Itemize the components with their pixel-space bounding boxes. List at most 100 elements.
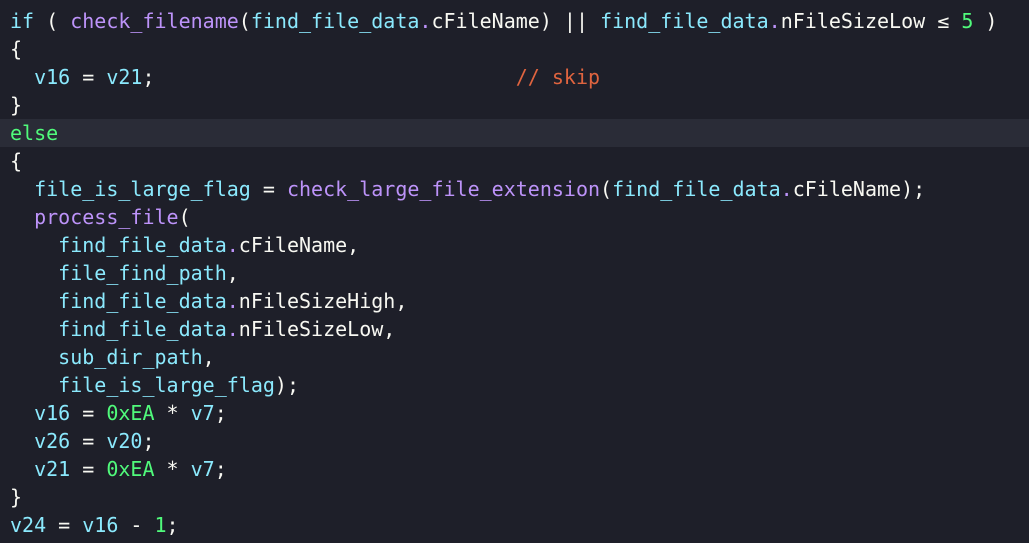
punctuation: ;: [214, 457, 227, 481]
punctuation: (: [178, 205, 191, 229]
variable: v16: [82, 513, 119, 537]
variable: v16: [34, 401, 71, 425]
code-line-11[interactable]: find_file_data.nFileSizeHigh,: [0, 287, 1029, 315]
field: nFileSizeLow: [238, 317, 384, 341]
operator: =: [46, 513, 83, 537]
punctuation: (: [600, 177, 613, 201]
punctuation: ,: [395, 289, 408, 313]
code-line-12[interactable]: find_file_data.nFileSizeLow,: [0, 315, 1029, 343]
brace: }: [10, 485, 23, 509]
variable: find_file_data: [612, 177, 781, 201]
code-line-6[interactable]: {: [0, 147, 1029, 175]
brace: {: [10, 149, 23, 173]
code-line-16[interactable]: v26 = v20;: [0, 427, 1029, 455]
punctuation: .: [780, 177, 793, 201]
variable: v21: [34, 457, 71, 481]
keyword: if: [10, 9, 35, 33]
code-editor[interactable]: if ( check_filename(find_file_data.cFile…: [0, 0, 1029, 543]
code-line-2[interactable]: {: [0, 35, 1029, 63]
code-line-4[interactable]: }: [0, 91, 1029, 119]
variable: find_file_data: [58, 317, 227, 341]
variable: v7: [190, 457, 215, 481]
number-literal: 5: [961, 9, 974, 33]
punctuation: );: [274, 373, 300, 397]
code-line-1[interactable]: if ( check_filename(find_file_data.cFile…: [0, 7, 1029, 35]
code-line-18[interactable]: }: [0, 483, 1029, 511]
variable: v7: [190, 401, 215, 425]
code-line-5-current[interactable]: else: [0, 119, 1029, 147]
code-line-19[interactable]: v24 = v16 - 1;: [0, 511, 1029, 539]
comment: // skip: [515, 65, 601, 89]
punctuation: ,: [202, 345, 215, 369]
variable: find_file_data: [600, 9, 769, 33]
variable: sub_dir_path: [58, 345, 203, 369]
variable: file_is_large_flag: [34, 177, 251, 201]
number-literal: 1: [154, 513, 167, 537]
operator: *: [154, 457, 191, 481]
number-literal: 0xEA: [106, 457, 155, 481]
variable: v20: [106, 429, 143, 453]
code-line-7[interactable]: file_is_large_flag = check_large_file_ex…: [0, 175, 1029, 203]
punctuation: ,: [347, 233, 360, 257]
punctuation: ;: [142, 65, 155, 89]
punctuation: ,: [226, 261, 239, 285]
code-line-10[interactable]: file_find_path,: [0, 259, 1029, 287]
punctuation: ): [973, 9, 998, 33]
operator: -: [118, 513, 155, 537]
function-name: check_filename: [70, 9, 239, 33]
brace: }: [10, 93, 23, 117]
code-line-3[interactable]: v16 = v21; // skip: [0, 63, 1029, 91]
punctuation: .: [419, 9, 432, 33]
punctuation: );: [901, 177, 926, 201]
variable: find_file_data: [58, 233, 227, 257]
variable: file_find_path: [58, 261, 227, 285]
operator: =: [70, 457, 107, 481]
brace: {: [10, 37, 23, 61]
code-line-8[interactable]: process_file(: [0, 203, 1029, 231]
function-name: check_large_file_extension: [286, 177, 601, 201]
operator: =: [70, 65, 107, 89]
variable: file_is_large_flag: [58, 373, 275, 397]
variable: v24: [10, 513, 47, 537]
punctuation: .: [226, 233, 239, 257]
operator: *: [154, 401, 191, 425]
number-literal: 0xEA: [106, 401, 155, 425]
code-line-9[interactable]: find_file_data.cFileName,: [0, 231, 1029, 259]
punctuation: (: [238, 9, 251, 33]
field: cFileName: [792, 177, 902, 201]
punctuation: ) ||: [539, 9, 601, 33]
padding: [155, 65, 516, 89]
punctuation: ;: [214, 401, 227, 425]
function-name: process_file: [34, 205, 179, 229]
punctuation: .: [768, 9, 781, 33]
code-line-17[interactable]: v21 = 0xEA * v7;: [0, 455, 1029, 483]
punctuation: ;: [142, 429, 155, 453]
code-line-14[interactable]: file_is_large_flag);: [0, 371, 1029, 399]
variable: v21: [106, 65, 143, 89]
punctuation: .: [226, 289, 239, 313]
punctuation: .: [226, 317, 239, 341]
punctuation: (: [34, 9, 71, 33]
code-line-15[interactable]: v16 = 0xEA * v7;: [0, 399, 1029, 427]
code-line-13[interactable]: sub_dir_path,: [0, 343, 1029, 371]
field: nFileSizeHigh: [238, 289, 396, 313]
variable: find_file_data: [58, 289, 227, 313]
punctuation: ,: [383, 317, 396, 341]
variable: v16: [34, 65, 71, 89]
variable: v26: [34, 429, 71, 453]
operator: =: [70, 401, 107, 425]
field: nFileSizeLow: [780, 9, 926, 33]
operator: =: [250, 177, 287, 201]
